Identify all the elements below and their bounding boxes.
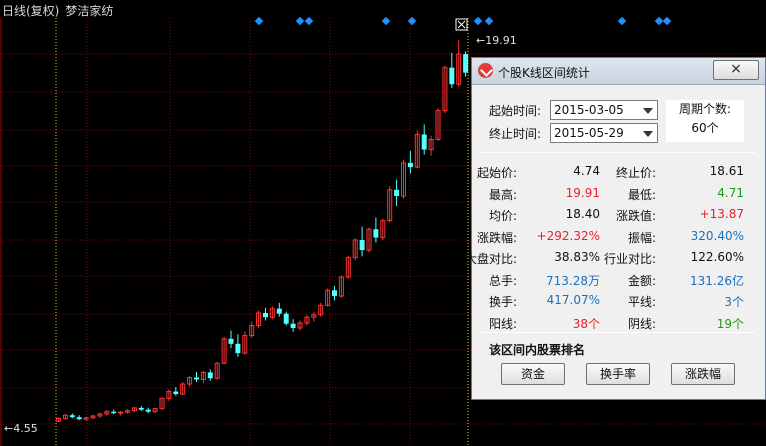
stat-label: 均价: bbox=[488, 209, 517, 223]
close-button[interactable]: × bbox=[713, 60, 759, 80]
candle-body bbox=[173, 391, 179, 395]
stat-value: 320.40% bbox=[690, 228, 744, 243]
candle-body bbox=[111, 411, 117, 414]
stat-label: 最低: bbox=[627, 187, 656, 202]
candle-body bbox=[463, 54, 469, 73]
start-time-label: 起始时间: bbox=[489, 104, 542, 118]
event-marker-icon bbox=[381, 16, 391, 26]
candle-body bbox=[228, 338, 234, 344]
candle-body bbox=[421, 134, 427, 150]
stat-value: 131.26亿 bbox=[690, 273, 744, 288]
stat-label: 涨跌值: bbox=[615, 209, 656, 223]
event-marker-icon bbox=[473, 16, 483, 26]
candle-body bbox=[373, 229, 379, 238]
event-marker-icon bbox=[662, 16, 672, 26]
stock-name: 梦洁家纺 bbox=[65, 4, 114, 18]
candle-body bbox=[194, 377, 199, 380]
candle-body bbox=[290, 323, 296, 328]
candle-body bbox=[407, 162, 413, 168]
chevron-down-icon bbox=[643, 131, 653, 137]
stat-label: 金额: bbox=[627, 273, 656, 288]
stat-label: 阴线: bbox=[627, 316, 656, 331]
stat-label: 大盘对比: bbox=[464, 252, 517, 266]
rank-by-turnover-button[interactable]: 换手率 bbox=[586, 363, 650, 385]
event-marker-icon bbox=[484, 16, 494, 26]
stat-label: 行业对比: bbox=[603, 252, 656, 266]
candle-body bbox=[69, 415, 75, 418]
stat-value: 38.83% bbox=[554, 250, 600, 264]
stat-value: 713.28万 bbox=[546, 273, 600, 288]
low-price-marker: ←4.55 bbox=[4, 422, 38, 435]
stat-label: 换手: bbox=[488, 295, 517, 309]
rank-by-change-button[interactable]: 涨跌幅 bbox=[671, 363, 735, 385]
stat-label: 平线: bbox=[627, 295, 656, 309]
event-marker-icon bbox=[304, 16, 314, 26]
candle-body bbox=[394, 189, 400, 197]
end-time-select[interactable]: 2015-05-29 bbox=[550, 123, 658, 143]
stat-value: 122.60% bbox=[690, 250, 744, 264]
candle-body bbox=[332, 290, 337, 297]
candle-body bbox=[359, 240, 365, 251]
ranking-heading: 该区间内股票排名 bbox=[489, 343, 586, 357]
stat-value: 417.07% bbox=[546, 293, 600, 307]
stat-label: 终止价: bbox=[615, 166, 656, 180]
stat-label: 阳线: bbox=[488, 316, 517, 331]
event-marker-icon bbox=[407, 16, 417, 26]
start-time-select[interactable]: 2015-03-05 bbox=[550, 100, 658, 120]
event-marker-icon bbox=[295, 16, 305, 26]
stat-value: 3个 bbox=[724, 295, 744, 309]
event-marker-icon bbox=[617, 16, 627, 26]
low-price-value: 4.55 bbox=[13, 422, 38, 435]
candle-body bbox=[263, 312, 268, 318]
high-price-value: 19.91 bbox=[485, 34, 517, 47]
candle-body bbox=[138, 407, 144, 410]
cycle-count-value: 60个 bbox=[691, 121, 719, 135]
high-price-marker: ←19.91 bbox=[476, 34, 517, 47]
rank-by-funds-button[interactable]: 资金 bbox=[501, 363, 565, 385]
divider bbox=[482, 152, 755, 153]
dialog-titlebar[interactable]: 个股K线区间统计 × bbox=[472, 58, 765, 85]
dialog-title: 个股K线区间统计 bbox=[498, 66, 590, 80]
candle-body bbox=[449, 67, 455, 85]
end-time-value: 2015-05-29 bbox=[554, 126, 624, 140]
cycle-count-label: 周期个数: bbox=[678, 102, 732, 116]
cycle-count-box: 周期个数: 60个 bbox=[666, 100, 744, 142]
candle-body bbox=[76, 417, 82, 420]
stat-value: 4.71 bbox=[717, 185, 744, 200]
candle-body bbox=[207, 372, 213, 379]
stat-value: 38个 bbox=[572, 316, 600, 331]
stat-label: 起始价: bbox=[476, 166, 517, 180]
event-marker-icon bbox=[654, 16, 664, 26]
event-marker-icon bbox=[254, 16, 264, 26]
candle-body bbox=[283, 313, 289, 324]
stat-label: 最高: bbox=[488, 187, 517, 202]
stat-value: +13.87 bbox=[699, 207, 744, 221]
end-time-label: 终止时间: bbox=[489, 127, 542, 141]
divider bbox=[482, 332, 755, 333]
chart-period-label: 日线(复权) bbox=[2, 4, 60, 18]
start-time-value: 2015-03-05 bbox=[554, 103, 624, 117]
interval-stats-dialog: 个股K线区间统计 × 起始时间: 2015-03-05 终止时间: 2015-0… bbox=[465, 57, 766, 400]
stat-value: +292.32% bbox=[536, 228, 600, 243]
stat-label: 总手: bbox=[488, 273, 517, 288]
stat-value: 19个 bbox=[716, 316, 744, 331]
stat-label: 涨跌幅: bbox=[476, 230, 517, 245]
chevron-down-icon bbox=[643, 108, 653, 114]
stat-value: 18.61 bbox=[709, 164, 744, 178]
stat-label: 振幅: bbox=[627, 230, 656, 245]
stat-value: 19.91 bbox=[565, 185, 600, 200]
app-logo-icon bbox=[478, 63, 493, 78]
candle-body bbox=[145, 409, 151, 412]
chart-header: 日线(复权) 梦洁家纺 bbox=[2, 2, 119, 19]
candle-body bbox=[235, 343, 241, 354]
stat-value: 4.74 bbox=[573, 164, 600, 178]
stat-value: 18.40 bbox=[565, 207, 600, 221]
candle-body bbox=[276, 308, 282, 314]
